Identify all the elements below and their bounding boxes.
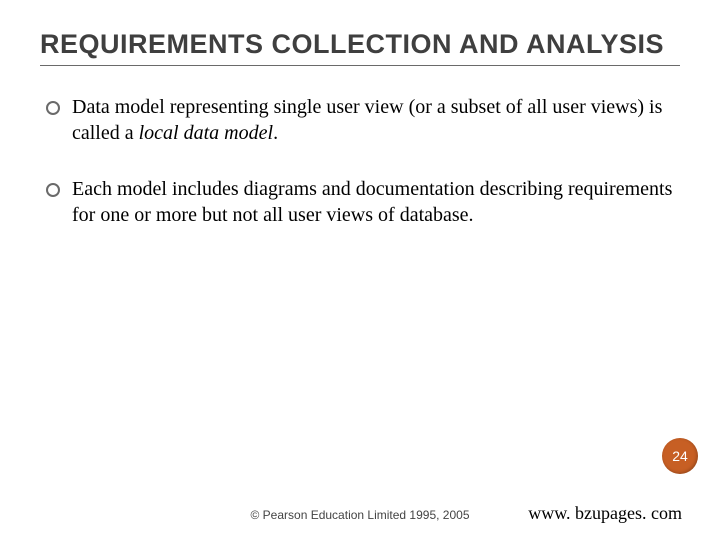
bullet-text-em: local data model xyxy=(139,122,273,144)
slide: REQUIREMENTS COLLECTION AND ANALYSIS Dat… xyxy=(0,0,720,540)
bullet-text-pre: Each model includes diagrams and documen… xyxy=(72,178,672,226)
site-url: www. bzupages. com xyxy=(528,503,682,524)
bullet-item: Data model representing single user view… xyxy=(44,94,680,146)
bullet-text-post: . xyxy=(273,122,278,144)
bullet-item: Each model includes diagrams and documen… xyxy=(44,176,680,228)
slide-title: REQUIREMENTS COLLECTION AND ANALYSIS xyxy=(40,28,680,66)
page-number: 24 xyxy=(672,448,688,464)
bullet-list: Data model representing single user view… xyxy=(40,94,680,228)
page-number-badge: 24 xyxy=(662,438,698,474)
copyright-text: © Pearson Education Limited 1995, 2005 xyxy=(251,508,470,522)
